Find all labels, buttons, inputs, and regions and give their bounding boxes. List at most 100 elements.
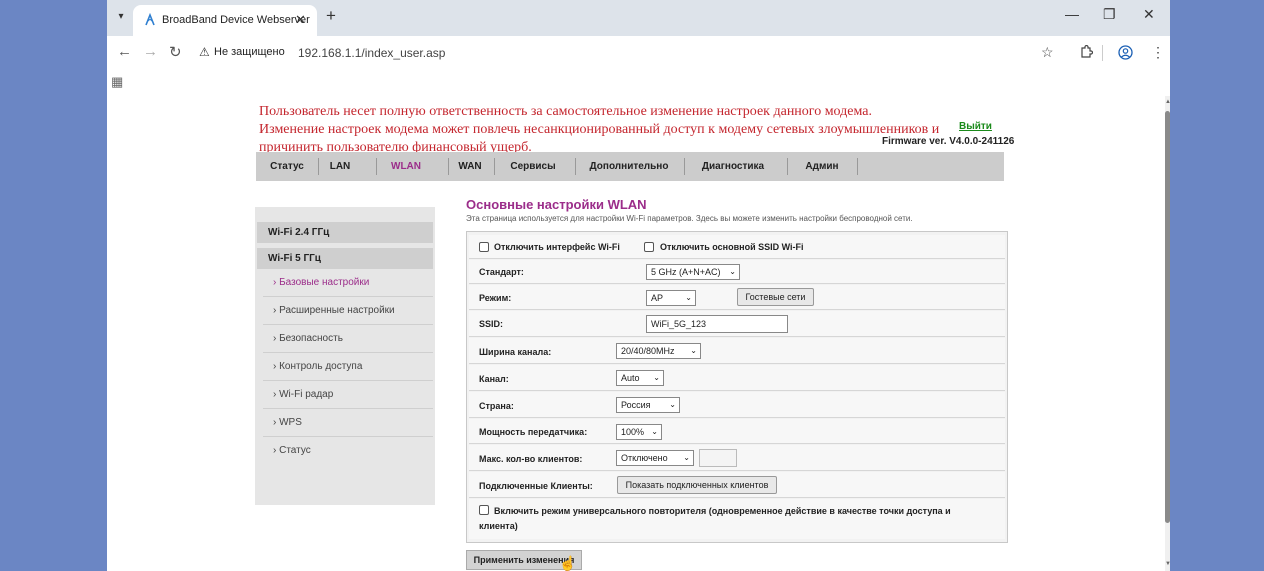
scroll-down-icon[interactable]: ▼ (1165, 561, 1170, 567)
sidebar-item-security[interactable]: › Безопасность (263, 325, 433, 353)
profile-icon[interactable] (1118, 45, 1133, 60)
channel-width-select[interactable]: 20/40/80MHz ⌄ (616, 343, 701, 359)
nav-wlan[interactable]: WLAN (381, 152, 431, 181)
disable-interface-label: Отключить интерфейс Wi-Fi (494, 242, 620, 252)
menu-icon[interactable]: ⋮ (1151, 44, 1165, 61)
mode-select[interactable]: AP ⌄ (646, 290, 696, 306)
nav-status[interactable]: Статус (264, 152, 310, 181)
sidebar-item-basic[interactable]: › Базовые настройки (263, 269, 433, 297)
nav-divider (448, 158, 449, 175)
form-row-repeater: Включить режим универсального повторител… (469, 499, 1005, 539)
form-row-ssid: SSID: WiFi_5G_123 (469, 311, 1005, 337)
guest-networks-button[interactable]: Гостевые сети (737, 288, 814, 306)
back-icon[interactable]: ← (117, 43, 132, 60)
repeater-checkbox[interactable] (479, 505, 489, 515)
scrollbar[interactable] (1165, 96, 1170, 571)
form-row-width: Ширина канала: 20/40/80MHz ⌄ (469, 338, 1005, 364)
browser-toolbar: ← → ↻ ⚠ Не защищено 192.168.1.1/index_us… (107, 36, 1170, 70)
new-tab-icon[interactable]: + (326, 6, 336, 26)
nav-divider (376, 158, 377, 175)
nav-divider (684, 158, 685, 175)
nav-divider (494, 158, 495, 175)
page-description: Эта страница используется для настройки … (466, 214, 913, 223)
mode-value: AP (651, 293, 664, 303)
ssid-label: SSID: (479, 319, 504, 329)
connected-clients-label: Подключенные Клиенты: (479, 481, 593, 491)
standard-value: 5 GHz (A+N+AC) (651, 267, 721, 277)
sidebar-item-access-control[interactable]: › Контроль доступа (263, 353, 433, 381)
form-row-channel: Канал: Auto ⌄ (469, 365, 1005, 391)
firmware-version: Firmware ver. V4.0.0-241126 (882, 136, 1015, 147)
repeater-label-cont: клиента) (479, 521, 518, 531)
max-clients-input[interactable] (699, 449, 737, 467)
sidebar: Wi-Fi 2.4 ГГц Wi-Fi 5 ГГц › Базовые наст… (255, 207, 435, 505)
ssid-input[interactable]: WiFi_5G_123 (646, 315, 788, 333)
sidebar-section-wifi-5[interactable]: Wi-Fi 5 ГГц (257, 248, 433, 269)
reload-icon[interactable]: ↻ (169, 43, 182, 61)
tx-power-select[interactable]: 100% ⌄ (616, 424, 662, 440)
favicon-icon (145, 13, 155, 26)
tab-strip: ▾ BroadBand Device Webserver ✕ + — ❐ ✕ (107, 0, 1170, 36)
nav-divider (857, 158, 858, 175)
nav-diagnostics[interactable]: Диагностика (689, 152, 777, 181)
chevron-down-icon: ⌄ (685, 293, 692, 302)
channel-label: Канал: (479, 374, 509, 384)
scrollbar-thumb[interactable] (1165, 111, 1170, 523)
nav-advanced[interactable]: Дополнительно (580, 152, 678, 181)
security-warning: Пользователь несет полную ответственност… (259, 103, 999, 157)
nav-wan[interactable]: WAN (450, 152, 490, 181)
logout-link[interactable]: Выйти (959, 121, 992, 132)
max-clients-label: Макс. кол-во клиентов: (479, 454, 583, 464)
scroll-up-icon[interactable]: ▲ (1165, 99, 1170, 105)
browser-tab[interactable]: BroadBand Device Webserver ✕ (133, 5, 317, 36)
restore-icon[interactable]: ❐ (1103, 6, 1116, 23)
security-label[interactable]: Не защищено (214, 46, 285, 58)
nav-admin[interactable]: Админ (792, 152, 852, 181)
mode-label: Режим: (479, 293, 512, 303)
channel-select[interactable]: Auto ⌄ (616, 370, 664, 386)
tab-close-icon[interactable]: ✕ (295, 12, 306, 28)
forward-icon[interactable]: → (143, 43, 158, 60)
chevron-down-icon: ⌄ (690, 346, 697, 355)
nav-divider (575, 158, 576, 175)
url-text[interactable]: 192.168.1.1/index_user.asp (298, 46, 445, 60)
tab-list-icon[interactable]: ▾ (113, 9, 129, 25)
sidebar-item-wifi-radar[interactable]: › Wi-Fi радар (263, 381, 433, 409)
standard-label: Стандарт: (479, 267, 524, 277)
window-close-icon[interactable]: ✕ (1143, 6, 1155, 23)
extensions-icon[interactable] (1079, 45, 1093, 59)
disable-ssid-checkbox[interactable] (644, 242, 654, 252)
page-title: Основные настройки WLAN (466, 197, 647, 212)
sidebar-item-wps[interactable]: › WPS (263, 409, 433, 437)
tab-title: BroadBand Device Webserver (162, 14, 310, 26)
chevron-down-icon: ⌄ (683, 453, 690, 462)
browser-window: ▾ BroadBand Device Webserver ✕ + — ❐ ✕ ←… (107, 0, 1170, 571)
nav-services[interactable]: Сервисы (500, 152, 566, 181)
form-row-clients: Подключенные Клиенты: Показать подключен… (469, 472, 1005, 498)
standard-select[interactable]: 5 GHz (A+N+AC) ⌄ (646, 264, 740, 280)
nav-lan[interactable]: LAN (320, 152, 360, 181)
max-clients-select[interactable]: Отключено ⌄ (616, 450, 694, 466)
star-icon[interactable]: ☆ (1041, 44, 1054, 61)
chevron-down-icon: ⌄ (653, 373, 660, 382)
sidebar-item-status[interactable]: › Статус (263, 437, 433, 465)
disable-interface-checkbox[interactable] (479, 242, 489, 252)
hand-cursor-icon: ☝ (559, 555, 577, 571)
country-label: Страна: (479, 401, 514, 411)
chevron-down-icon: ⌄ (651, 427, 658, 436)
country-select[interactable]: Россия ⌄ (616, 397, 680, 413)
nav-divider (787, 158, 788, 175)
toolbar-divider (1102, 45, 1103, 61)
sidebar-item-advanced[interactable]: › Расширенные настройки (263, 297, 433, 325)
form-row-power: Мощность передатчика: 100% ⌄ (469, 419, 1005, 444)
max-clients-value: Отключено (621, 453, 668, 463)
tx-power-value: 100% (621, 427, 645, 437)
minimize-icon[interactable]: — (1065, 6, 1079, 22)
show-clients-button[interactable]: Показать подключенных клиентов (617, 476, 777, 494)
sidebar-section-wifi-24[interactable]: Wi-Fi 2.4 ГГц (257, 222, 433, 243)
form-row-country: Страна: Россия ⌄ (469, 392, 1005, 418)
form-row-max-clients: Макс. кол-во клиентов: Отключено ⌄ (469, 445, 1005, 471)
apps-icon[interactable]: ▦ (111, 74, 123, 90)
address-bar[interactable]: ⚠ Не защищено 192.168.1.1/index_user.asp (195, 40, 1105, 66)
warning-icon[interactable]: ⚠ (199, 45, 210, 59)
